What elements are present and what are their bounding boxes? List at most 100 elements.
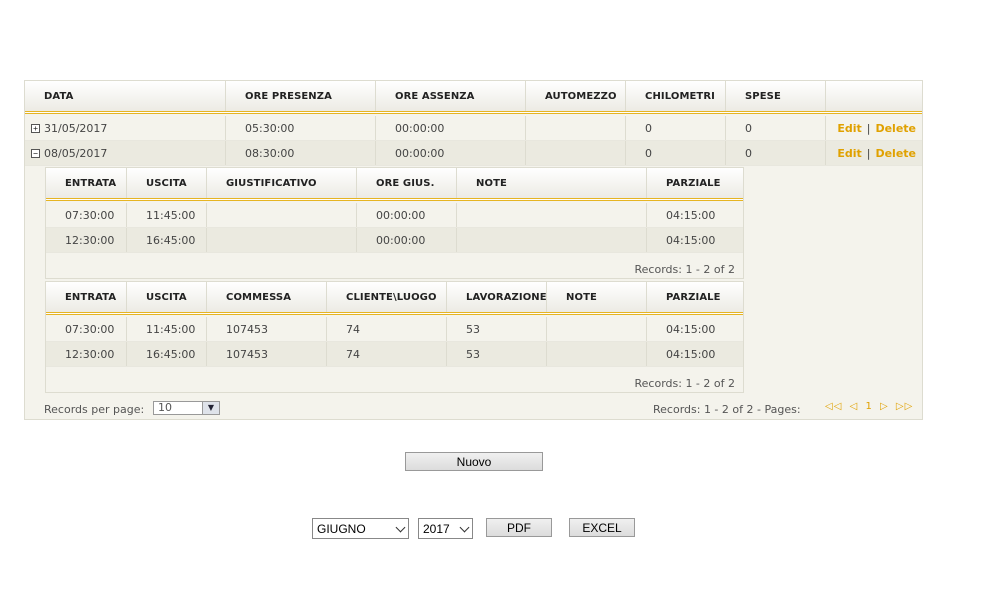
col-header-entrata[interactable]: ENTRATA xyxy=(46,168,126,198)
cell-parziale: 04:15:00 xyxy=(646,228,743,252)
cell-lavorazione: 53 xyxy=(446,317,546,341)
next-page-icon[interactable]: ▷ xyxy=(880,401,889,412)
col-header-ore-gius[interactable]: ORE GIUS. xyxy=(356,168,456,198)
subgrid-records-count: Records: 1 - 2 of 2 xyxy=(634,263,736,276)
row-actions: Edit | Delete xyxy=(837,116,916,140)
month-select[interactable]: GIUGNO xyxy=(312,518,409,539)
cell-note xyxy=(456,228,646,252)
records-summary: Records: 1 - 2 of 2 - Pages: xyxy=(653,403,801,416)
chevron-down-icon xyxy=(459,522,470,533)
year-select-value: 2017 xyxy=(423,521,450,536)
cell-cliente-luogo: 74 xyxy=(326,317,446,341)
cell-lavorazione: 53 xyxy=(446,342,546,366)
cell-note xyxy=(456,203,646,227)
chevron-down-icon xyxy=(395,522,406,533)
records-per-page-select[interactable]: 10 ▼ xyxy=(153,401,220,415)
cell-uscita: 16:45:00 xyxy=(126,342,206,366)
cell-spese: 0 xyxy=(725,141,825,165)
cell-entrata: 07:30:00 xyxy=(65,322,115,336)
row-actions: Edit | Delete xyxy=(837,141,916,165)
first-page-icon[interactable]: ◁◁ xyxy=(825,401,842,412)
nuovo-button[interactable]: Nuovo xyxy=(405,452,543,471)
detail-subgrid-giustificativi: ENTRATA USCITA GIUSTIFICATIVO ORE GIUS. … xyxy=(45,167,744,279)
cell-parziale: 04:15:00 xyxy=(646,342,743,366)
cell-ore-assenza: 00:00:00 xyxy=(375,116,525,140)
col-header-lavorazione[interactable]: LAVORAZIONE xyxy=(446,282,547,312)
cell-uscita: 11:45:00 xyxy=(126,203,206,227)
table-row: + 31/05/2017 05:30:00 00:00:00 0 0 Edit … xyxy=(25,116,922,141)
col-header-uscita[interactable]: USCITA xyxy=(126,168,206,198)
current-page-link[interactable]: 1 xyxy=(865,401,872,412)
cell-automezzo xyxy=(525,116,625,140)
cell-data: 31/05/2017 xyxy=(44,121,108,135)
cell-cliente-luogo: 74 xyxy=(326,342,446,366)
detail-subgrid-commesse: ENTRATA USCITA COMMESSA CLIENTE\LUOGO LA… xyxy=(45,281,744,393)
cell-note xyxy=(546,317,646,341)
col-header-automezzo[interactable]: AUTOMEZZO xyxy=(525,81,625,111)
cell-note xyxy=(546,342,646,366)
page-links: ◁◁ ◁ 1 ▷ ▷▷ xyxy=(825,401,913,412)
cell-chilometri: 0 xyxy=(625,141,725,165)
cell-spese: 0 xyxy=(725,116,825,140)
cell-commessa: 107453 xyxy=(206,317,326,341)
table-row: 07:30:00 11:45:00 00:00:00 04:15:00 xyxy=(46,203,743,228)
records-per-page-value: 10 xyxy=(158,401,172,414)
delete-link[interactable]: Delete xyxy=(875,122,916,135)
cell-data: 08/05/2017 xyxy=(44,146,108,160)
action-separator: | xyxy=(866,146,871,160)
cell-parziale: 04:15:00 xyxy=(646,203,743,227)
col-header-entrata[interactable]: ENTRATA xyxy=(46,282,126,312)
cell-commessa: 107453 xyxy=(206,342,326,366)
cell-giustificativo xyxy=(206,203,356,227)
edit-link[interactable]: Edit xyxy=(837,147,861,160)
cell-automezzo xyxy=(525,141,625,165)
cell-parziale: 04:15:00 xyxy=(646,317,743,341)
col-header-data[interactable]: DATA xyxy=(25,81,225,111)
prev-page-icon[interactable]: ◁ xyxy=(850,401,859,412)
excel-button[interactable]: EXCEL xyxy=(569,518,635,537)
month-select-value: GIUGNO xyxy=(317,521,366,536)
cell-uscita: 11:45:00 xyxy=(126,317,206,341)
grid-pager: Records per page: 10 ▼ Records: 1 - 2 of… xyxy=(25,396,922,421)
subgrid-header: ENTRATA USCITA COMMESSA CLIENTE\LUOGO LA… xyxy=(46,282,743,315)
table-row: 12:30:00 16:45:00 107453 74 53 04:15:00 xyxy=(46,342,743,367)
year-select[interactable]: 2017 xyxy=(418,518,473,539)
cell-ore-assenza: 00:00:00 xyxy=(375,141,525,165)
col-header-giustificativo[interactable]: GIUSTIFICATIVO xyxy=(206,168,356,198)
last-page-icon[interactable]: ▷▷ xyxy=(896,401,913,412)
edit-link[interactable]: Edit xyxy=(837,122,861,135)
chevron-down-icon: ▼ xyxy=(202,402,219,414)
main-grid: DATA ORE PRESENZA ORE ASSENZA AUTOMEZZO … xyxy=(24,80,923,420)
col-header-uscita[interactable]: USCITA xyxy=(126,282,206,312)
records-per-page-label: Records per page: xyxy=(44,403,145,416)
pdf-button[interactable]: PDF xyxy=(486,518,552,537)
cell-giustificativo xyxy=(206,228,356,252)
cell-ore-gius: 00:00:00 xyxy=(356,228,456,252)
table-row: 12:30:00 16:45:00 00:00:00 04:15:00 xyxy=(46,228,743,253)
cell-entrata: 12:30:00 xyxy=(65,233,115,247)
main-grid-header: DATA ORE PRESENZA ORE ASSENZA AUTOMEZZO … xyxy=(25,81,922,114)
col-header-note[interactable]: NOTE xyxy=(456,168,646,198)
cell-entrata: 07:30:00 xyxy=(65,208,115,222)
col-header-cliente-luogo[interactable]: CLIENTE\LUOGO xyxy=(326,282,446,312)
col-header-ore-assenza[interactable]: ORE ASSENZA xyxy=(375,81,525,111)
subgrid-records-count: Records: 1 - 2 of 2 xyxy=(634,377,736,390)
cell-ore-presenza: 08:30:00 xyxy=(225,141,375,165)
col-header-ore-presenza[interactable]: ORE PRESENZA xyxy=(225,81,375,111)
subgrid-header: ENTRATA USCITA GIUSTIFICATIVO ORE GIUS. … xyxy=(46,168,743,201)
col-header-spese[interactable]: SPESE xyxy=(725,81,825,111)
col-header-note[interactable]: NOTE xyxy=(546,282,646,312)
action-separator: | xyxy=(866,121,871,135)
cell-ore-gius: 00:00:00 xyxy=(356,203,456,227)
col-header-actions xyxy=(825,81,922,111)
col-header-parziale[interactable]: PARZIALE xyxy=(646,168,743,198)
col-header-commessa[interactable]: COMMESSA xyxy=(206,282,326,312)
cell-uscita: 16:45:00 xyxy=(126,228,206,252)
cell-entrata: 12:30:00 xyxy=(65,347,115,361)
col-header-chilometri[interactable]: CHILOMETRI xyxy=(625,81,725,111)
table-row: − 08/05/2017 08:30:00 00:00:00 0 0 Edit … xyxy=(25,141,922,166)
delete-link[interactable]: Delete xyxy=(875,147,916,160)
cell-chilometri: 0 xyxy=(625,116,725,140)
cell-ore-presenza: 05:30:00 xyxy=(225,116,375,140)
col-header-parziale[interactable]: PARZIALE xyxy=(646,282,743,312)
